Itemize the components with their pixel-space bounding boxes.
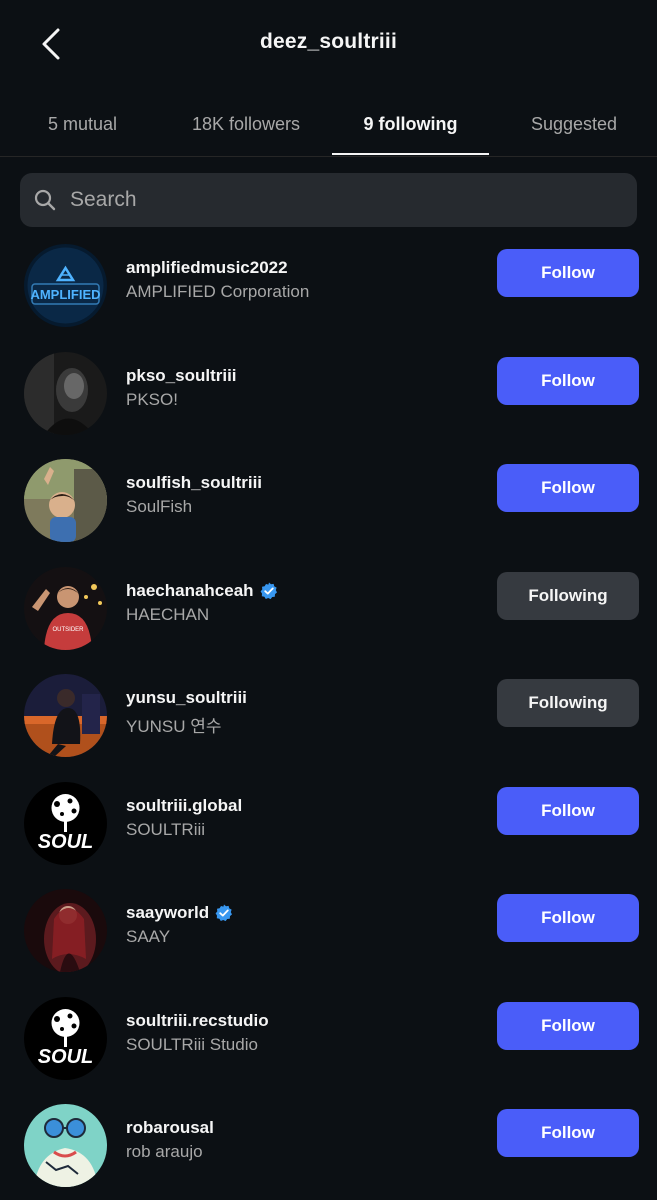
username[interactable]: amplifiedmusic2022 — [126, 258, 288, 278]
follow-button[interactable]: Follow — [497, 787, 639, 835]
avatar-logo-text: SOUL — [38, 831, 94, 853]
avatar[interactable]: SOUL — [24, 782, 107, 865]
avatar[interactable] — [24, 459, 107, 542]
tabs-divider — [0, 156, 657, 157]
full-name: SOULTRiii Studio — [126, 1035, 258, 1054]
tab-suggested[interactable]: Suggested — [510, 100, 638, 156]
avatar[interactable] — [24, 889, 107, 972]
username[interactable]: soulfish_soultriii — [126, 473, 262, 493]
following-button[interactable]: Following — [497, 679, 639, 727]
username[interactable]: haechanahceah — [126, 581, 254, 601]
full-name: AMPLIFIED Corporation — [126, 282, 310, 301]
full-name: SoulFish — [126, 497, 193, 516]
avatar[interactable] — [24, 1104, 107, 1187]
list-item[interactable]: SOUL soultriii.global SOULTRiii Follow — [0, 774, 657, 874]
username[interactable]: robarousal — [126, 1118, 214, 1138]
list-item[interactable]: OUTSIDER haechanahceah HAECHAN Following — [0, 559, 657, 659]
verified-badge-icon — [260, 582, 278, 600]
list-item[interactable]: yunsu_soultriii YUNSU 연수 Following — [0, 666, 657, 766]
avatar-logo-text: AMPLIFIED — [30, 287, 100, 302]
username[interactable]: pkso_soultriii — [126, 366, 237, 386]
avatar[interactable]: OUTSIDER — [24, 567, 107, 650]
avatar[interactable]: AMPLIFIED — [24, 244, 107, 327]
tab-following[interactable]: 9 following — [332, 100, 489, 156]
full-name: rob araujo — [126, 1142, 203, 1161]
full-name: PKSO! — [126, 390, 178, 409]
username[interactable]: soultriii.global — [126, 796, 242, 816]
username[interactable]: soultriii.recstudio — [126, 1011, 269, 1031]
follow-button[interactable]: Follow — [497, 894, 639, 942]
svg-text:OUTSIDER: OUTSIDER — [52, 627, 84, 633]
avatar[interactable]: SOUL — [24, 997, 107, 1080]
list-item[interactable]: pkso_soultriii PKSO! Follow — [0, 344, 657, 444]
tab-mutual[interactable]: 5 mutual — [20, 100, 145, 156]
active-tab-indicator — [332, 153, 489, 155]
avatar[interactable] — [24, 674, 107, 757]
list-item[interactable]: saayworld SAAY Follow — [0, 881, 657, 981]
tab-bar: 5 mutual 18K followers 9 following Sugge… — [0, 100, 657, 156]
header: deez_soultriii — [0, 0, 657, 88]
list-item[interactable]: robarousal rob araujo Follow — [0, 1096, 657, 1196]
list-item[interactable]: AMPLIFIED amplifiedmusic2022 AMPLIFIED C… — [0, 236, 657, 336]
avatar[interactable] — [24, 352, 107, 435]
username[interactable]: yunsu_soultriii — [126, 688, 247, 708]
list-item[interactable]: SOUL soultriii.recstudio SOULTRiii Studi… — [0, 989, 657, 1089]
page-title: deez_soultriii — [259, 30, 397, 53]
follow-button[interactable]: Follow — [497, 1002, 639, 1050]
username[interactable]: saayworld — [126, 903, 209, 923]
follow-button[interactable]: Follow — [497, 357, 639, 405]
full-name: YUNSU 연수 — [126, 717, 222, 736]
follow-button[interactable]: Follow — [497, 1109, 639, 1157]
following-button[interactable]: Following — [497, 572, 639, 620]
tab-followers[interactable]: 18K followers — [170, 100, 322, 156]
full-name: SOULTRiii — [126, 820, 206, 839]
full-name: HAECHAN — [126, 605, 210, 624]
follow-button[interactable]: Follow — [497, 464, 639, 512]
follow-button[interactable]: Follow — [497, 249, 639, 297]
full-name: SAAY — [126, 927, 171, 946]
search-bar[interactable] — [20, 173, 637, 227]
list-item[interactable]: soulfish_soultriii SoulFish Follow — [0, 451, 657, 551]
avatar-logo-text: SOUL — [38, 1046, 94, 1068]
search-input[interactable] — [68, 187, 592, 213]
verified-badge-icon — [215, 904, 233, 922]
search-icon — [34, 189, 56, 211]
